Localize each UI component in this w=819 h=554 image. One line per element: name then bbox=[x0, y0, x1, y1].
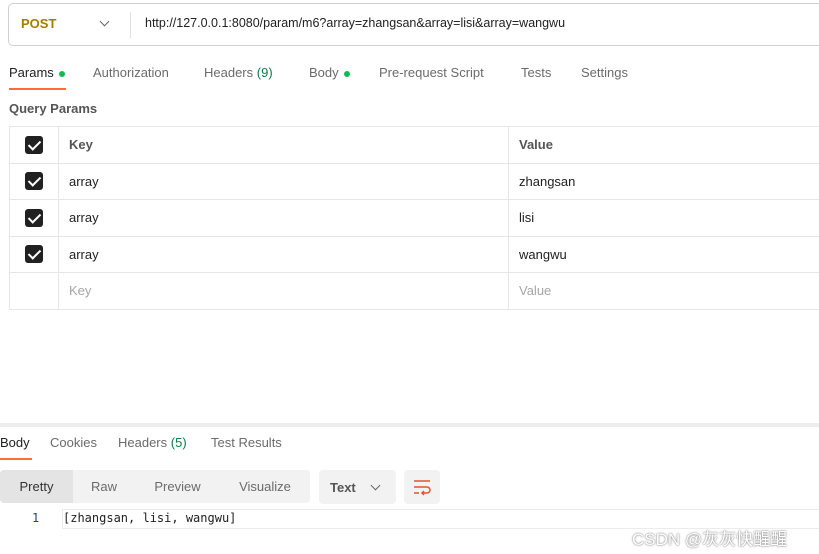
value-cell[interactable]: wangwu bbox=[508, 235, 819, 273]
dot-icon bbox=[58, 70, 65, 77]
active-tab-underline bbox=[0, 458, 32, 460]
view-visualize[interactable]: Visualize bbox=[220, 470, 310, 503]
url-input[interactable]: http://127.0.0.1:8080/param/m6?array=zha… bbox=[145, 16, 565, 30]
value-header: Value bbox=[508, 126, 819, 164]
response-tab-headers[interactable]: Headers (5) bbox=[118, 435, 187, 450]
table-row: array wangwu bbox=[9, 235, 819, 273]
view-raw[interactable]: Raw bbox=[73, 470, 135, 503]
tab-headers[interactable]: Headers (9) bbox=[204, 65, 273, 80]
format-select[interactable]: Text bbox=[319, 470, 396, 504]
value-cell[interactable]: zhangsan bbox=[508, 162, 819, 200]
row-checkbox[interactable] bbox=[25, 208, 43, 227]
tab-label: Params bbox=[9, 65, 54, 80]
key-input[interactable]: Key bbox=[58, 272, 509, 310]
watermark: CSDN @灰灰快醒醒 bbox=[632, 530, 788, 549]
table-row-empty: Key Value bbox=[9, 272, 819, 310]
row-checkbox[interactable] bbox=[25, 172, 43, 191]
response-tab-cookies[interactable]: Cookies bbox=[50, 435, 97, 450]
response-tab-test-results[interactable]: Test Results bbox=[211, 435, 282, 450]
key-cell[interactable]: array bbox=[58, 199, 509, 237]
tab-pre-request-script[interactable]: Pre-request Script bbox=[379, 65, 484, 80]
line-number: 1 bbox=[32, 511, 40, 525]
key-header: Key bbox=[58, 126, 509, 164]
row-checkbox[interactable] bbox=[25, 245, 43, 264]
response-tab-body[interactable]: Body bbox=[0, 435, 30, 450]
headers-count: (9) bbox=[256, 65, 273, 80]
value-input[interactable]: Value bbox=[508, 272, 819, 310]
view-mode-group: Pretty Raw Preview Visualize bbox=[0, 470, 310, 503]
key-cell[interactable]: array bbox=[58, 162, 509, 200]
headers-count: (5) bbox=[170, 435, 187, 450]
table-header: Key Value bbox=[9, 126, 819, 164]
key-cell[interactable]: array bbox=[58, 235, 509, 273]
query-params-title: Query Params bbox=[9, 101, 98, 116]
pane-divider[interactable] bbox=[0, 423, 819, 427]
divider bbox=[130, 12, 131, 38]
tab-tests[interactable]: Tests bbox=[521, 65, 551, 80]
format-label: Text bbox=[330, 480, 356, 495]
table-row: array zhangsan bbox=[9, 162, 819, 200]
select-all-checkbox[interactable] bbox=[25, 135, 43, 154]
tab-label: Headers bbox=[118, 435, 168, 450]
wrap-lines-button[interactable] bbox=[404, 470, 440, 504]
view-preview[interactable]: Preview bbox=[135, 470, 220, 503]
value-cell[interactable]: lisi bbox=[508, 199, 819, 237]
view-pretty[interactable]: Pretty bbox=[0, 470, 73, 503]
wrap-icon bbox=[414, 480, 431, 496]
active-tab-underline bbox=[9, 88, 66, 90]
tab-params[interactable]: Params bbox=[9, 65, 65, 80]
tab-label: Body bbox=[309, 65, 339, 80]
tab-authorization[interactable]: Authorization bbox=[93, 65, 169, 80]
tab-label: Headers bbox=[204, 65, 254, 80]
table-row: array lisi bbox=[9, 199, 819, 237]
dot-icon bbox=[343, 70, 350, 77]
tab-settings[interactable]: Settings bbox=[581, 65, 628, 80]
tab-body[interactable]: Body bbox=[309, 65, 350, 80]
params-table: Key Value array zhangsan array lisi array wa… bbox=[9, 126, 819, 310]
method-select[interactable]: POST bbox=[21, 16, 56, 31]
